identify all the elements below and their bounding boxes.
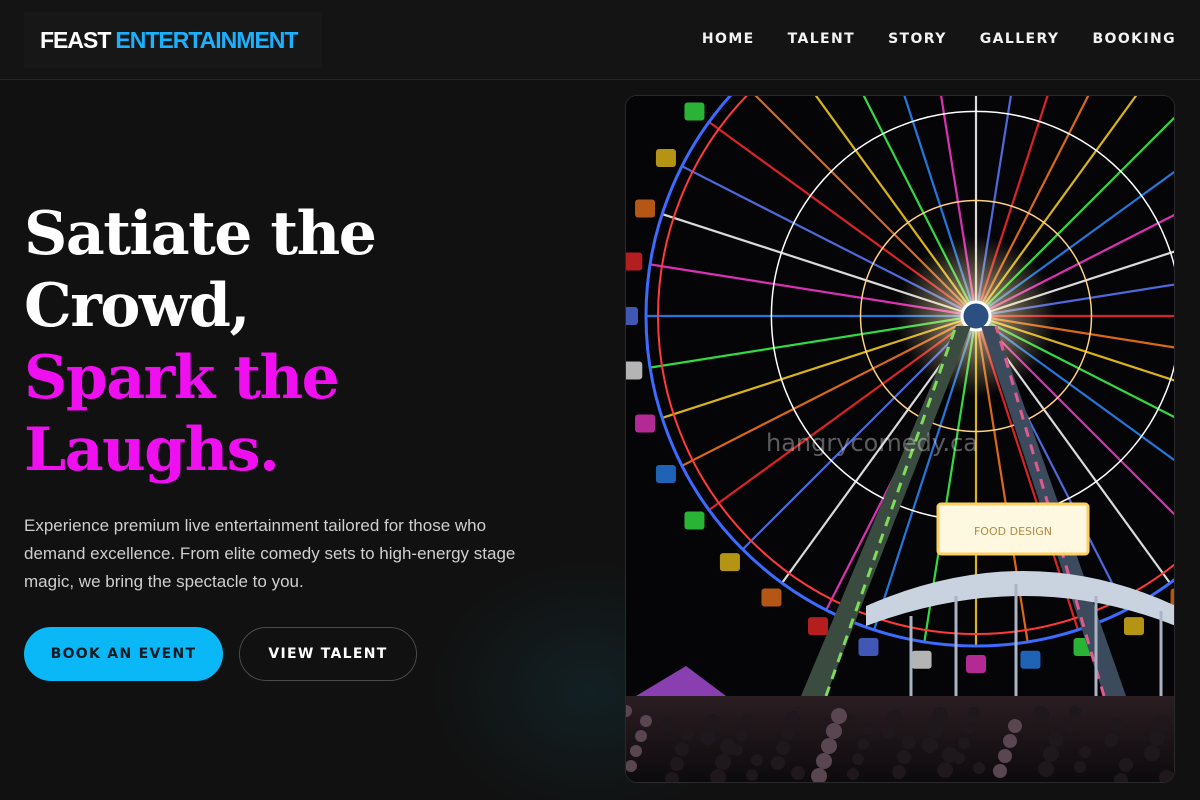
crowd-silhouette	[1038, 761, 1054, 777]
crowd-silhouette	[927, 722, 943, 738]
nav-gallery[interactable]: GALLERY	[980, 31, 1060, 47]
crowd-silhouette	[715, 754, 731, 770]
hero-accent-line-2: Laughs.	[24, 415, 280, 485]
crowd-silhouette	[973, 762, 985, 774]
wheel-gondola	[719, 553, 740, 572]
nav-home[interactable]: HOME	[702, 31, 755, 47]
brand-name-part1: FEAST	[40, 26, 111, 53]
wheel-gondola	[626, 252, 643, 271]
crowd-silhouette	[922, 737, 938, 753]
main-nav: HOME TALENT STORY GALLERY BOOKING	[669, 0, 1176, 78]
crowd-silhouette	[847, 768, 859, 780]
wheel-gondola	[966, 655, 986, 673]
crowd-silhouette	[746, 769, 758, 781]
crowd-silhouette	[968, 707, 980, 719]
hero-description: Experience premium live entertainment ta…	[24, 516, 516, 591]
crowd-silhouette	[630, 745, 642, 757]
crowd-silhouette	[942, 747, 958, 763]
wheel-gondola	[761, 588, 782, 607]
crowd-silhouette	[902, 735, 916, 749]
crowd-silhouette	[998, 749, 1012, 763]
wheel-gondola	[1020, 650, 1041, 669]
crowd-silhouette	[741, 714, 753, 726]
crowd-silhouette	[720, 739, 736, 755]
crowd-silhouette	[1069, 706, 1081, 718]
hero-title-line-2: Crowd,	[24, 271, 250, 341]
crowd-silhouette	[816, 753, 832, 769]
crowd-silhouette	[786, 711, 800, 725]
wheel-gondola	[684, 102, 705, 121]
crowd-silhouette	[670, 757, 684, 771]
crowd-silhouette	[680, 727, 694, 741]
crowd-silhouette	[852, 753, 864, 765]
crowd-silhouette	[937, 762, 953, 778]
crowd-silhouette	[882, 725, 896, 739]
crowd-silhouette	[640, 715, 652, 727]
hero-accent-line-1: Spark the	[24, 343, 340, 413]
book-event-button[interactable]: BOOK AN EVENT	[24, 627, 223, 681]
crowd-silhouette	[857, 738, 869, 750]
image-watermark: hangrycomedy.ca	[766, 429, 978, 457]
crowd-silhouette	[1109, 718, 1123, 732]
sign-text: FOOD DESIGN	[974, 525, 1052, 538]
wheel-gondola	[655, 149, 676, 168]
crowd-silhouette	[1119, 758, 1133, 772]
crowd-silhouette	[1064, 721, 1076, 733]
hero-image-ferris-wheel: FOOD DESIGN hangrycomedy.ca	[625, 95, 1175, 783]
wheel-gondola	[655, 464, 676, 483]
crowd-silhouette	[932, 707, 948, 723]
crowd-silhouette	[781, 726, 795, 740]
wheel-gondola	[635, 414, 656, 433]
nav-booking[interactable]: BOOKING	[1092, 31, 1176, 47]
wheel-gondola	[1123, 617, 1144, 636]
crowd-silhouette	[887, 710, 901, 724]
view-talent-button[interactable]: VIEW TALENT	[239, 627, 417, 681]
crowd-silhouette	[993, 764, 1007, 778]
crowd-silhouette	[892, 765, 906, 779]
crowd-silhouette	[736, 729, 748, 741]
crowd-silhouette	[1154, 715, 1170, 731]
crowd-silhouette	[821, 738, 837, 754]
crowd-silhouette	[831, 708, 847, 724]
crowd-silhouette	[776, 741, 790, 755]
crowd-silhouette	[1008, 719, 1022, 733]
wheel-gondola	[808, 617, 829, 636]
crowd-silhouette	[1079, 746, 1091, 758]
crowd-silhouette	[675, 742, 689, 756]
nav-talent[interactable]: TALENT	[788, 31, 855, 47]
crowd-silhouette	[1149, 730, 1165, 746]
crowd-silhouette	[826, 723, 842, 739]
hero-title: Satiate the Crowd, Spark the Laughs.	[24, 198, 584, 486]
crowd-silhouette	[705, 714, 721, 730]
ferris-wheel-illustration: FOOD DESIGN hangrycomedy.ca	[626, 96, 1174, 782]
crowd-silhouette	[1033, 706, 1049, 722]
brand-name-part2: ENTERTAINMENT	[115, 26, 298, 53]
crowd-silhouette	[751, 754, 763, 766]
crowd-silhouette	[1104, 733, 1118, 747]
crowd-silhouette	[1048, 731, 1064, 747]
hero-title-line-1: Satiate the	[24, 199, 377, 269]
crowd-silhouette	[635, 730, 647, 742]
nav-story[interactable]: STORY	[888, 31, 947, 47]
crowd-silhouette	[862, 723, 874, 735]
wheel-gondola	[684, 511, 705, 530]
crowd-silhouette	[771, 756, 785, 770]
crowd-silhouette	[1074, 761, 1086, 773]
crowd-silhouette	[660, 717, 674, 731]
crowd-silhouette	[700, 729, 716, 745]
wheel-gondola	[858, 637, 879, 656]
crowd-silhouette	[1043, 746, 1059, 762]
crowd-silhouette	[897, 750, 911, 764]
crowd-silhouette	[1003, 734, 1017, 748]
crowd-silhouette	[1144, 745, 1160, 761]
crowd-silhouette	[958, 737, 970, 749]
wheel-gondola	[626, 307, 638, 325]
crowd-silhouette	[791, 766, 805, 780]
brand-logo[interactable]: FEAST ENTERTAINMENT	[24, 12, 322, 68]
wheel-gondola	[635, 199, 656, 218]
site-header: FEAST ENTERTAINMENT HOME TALENT STORY GA…	[0, 0, 1200, 80]
crowd-silhouette	[963, 722, 975, 734]
wheel-gondola	[911, 650, 932, 669]
wheel-gondola	[626, 361, 643, 380]
